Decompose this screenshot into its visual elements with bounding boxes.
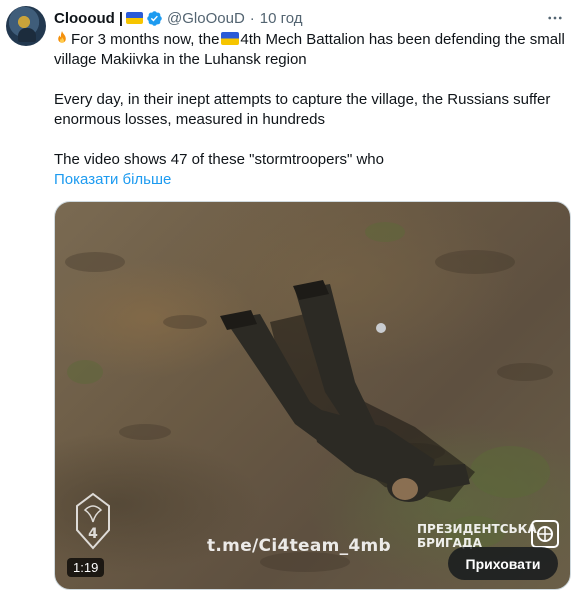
brigade-emblem-icon — [531, 520, 559, 548]
name-separator: | — [118, 9, 124, 27]
display-name[interactable]: Clooоud — [54, 10, 115, 27]
brigade-logo-text: ПРЕЗИДЕНТСЬКА БРИГАДА — [417, 522, 537, 550]
unit-emblem-icon: 4 — [76, 492, 110, 550]
fire-emoji-icon — [54, 30, 70, 46]
tweet[interactable]: Clooоud | @GloOouD · 10 год For 3 months… — [0, 0, 577, 597]
tweet-line-1a: For 3 months now, the — [71, 31, 220, 48]
video-duration: 1:19 — [67, 558, 105, 577]
show-more-link[interactable]: Показати більше — [54, 171, 171, 188]
verified-badge-icon[interactable] — [146, 10, 163, 27]
more-dots-icon[interactable] — [545, 8, 565, 28]
avatar[interactable] — [6, 6, 46, 46]
tweet-paragraph-1: For 3 months now, the 4th Mech Battalion … — [54, 30, 570, 70]
tweet-header: Clooоud | @GloOouD · 10 год — [54, 8, 303, 28]
ukraine-flag-icon — [126, 12, 144, 24]
tweet-paragraph-2: Every day, in their inept attempts to ca… — [54, 91, 551, 128]
brigade-line-1: ПРЕЗИДЕНТСЬКА — [417, 522, 537, 536]
timestamp[interactable]: 10 год — [260, 10, 303, 27]
tweet-paragraph-3: The video shows 47 of these "stormtroope… — [54, 151, 384, 168]
channel-watermark: t.me/Ci4team_4mb — [207, 536, 392, 556]
user-handle[interactable]: @GloOouD — [167, 10, 245, 27]
video-player[interactable]: 4 t.me/Ci4team_4mb ПРЕЗИДЕНТСЬКА БРИГАДА… — [54, 201, 571, 590]
unit-number: 4 — [88, 526, 98, 542]
hide-button[interactable]: Приховати — [448, 547, 558, 580]
separator-dot: · — [249, 9, 255, 27]
ukraine-flag-icon — [221, 32, 240, 45]
tweet-text: For 3 months now, the 4th Mech Battalion … — [54, 30, 570, 170]
